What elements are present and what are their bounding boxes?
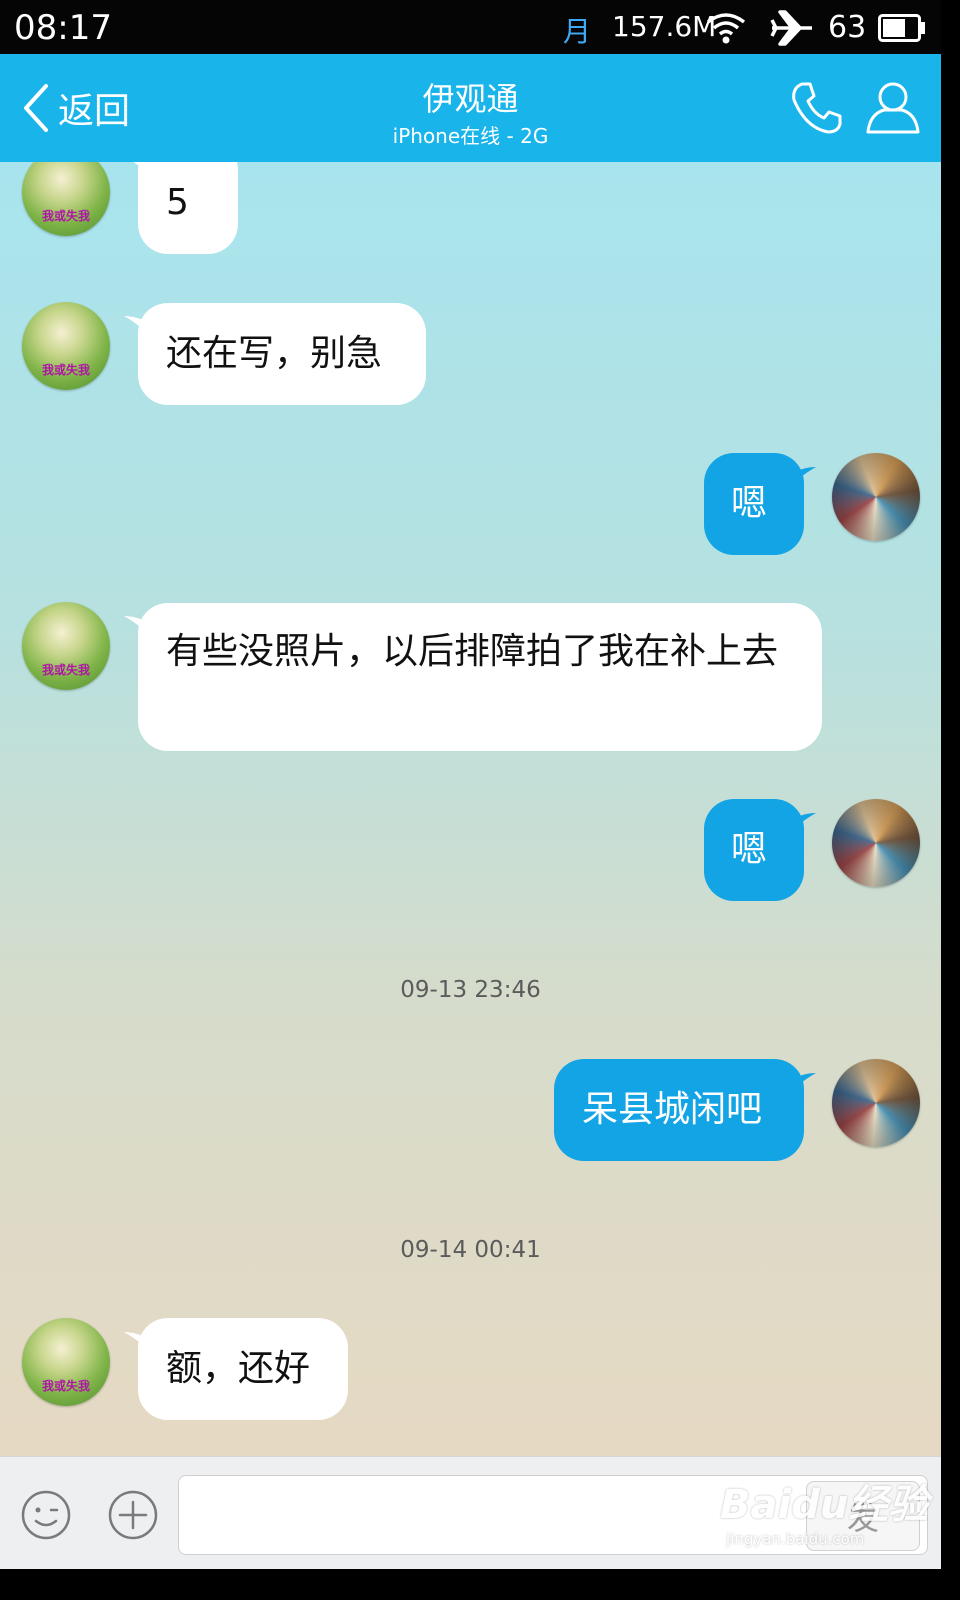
contact-avatar[interactable]: 我或失我 bbox=[22, 162, 110, 236]
chat-message-list[interactable]: 我或失我 5 我或失我 还在写，别急 嗯 我或失我 有些没照片，以后排障拍了我在… bbox=[0, 162, 941, 1456]
avatar-caption: 我或失我 bbox=[41, 209, 90, 223]
message-text: 嗯 bbox=[731, 829, 768, 870]
message-timestamp: 09-14 00:41 bbox=[400, 1237, 541, 1263]
emoji-icon[interactable] bbox=[20, 1489, 72, 1541]
outgoing-message-bubble[interactable]: 呆县城闲吧 bbox=[554, 1059, 804, 1161]
wifi-icon bbox=[706, 13, 746, 44]
message-text: 5 bbox=[166, 182, 189, 223]
incoming-message-bubble[interactable]: 5 bbox=[138, 162, 238, 254]
data-speed: 157.6M bbox=[612, 10, 717, 43]
message-input-bar: 发 bbox=[0, 1456, 941, 1569]
message-text: 嗯 bbox=[731, 483, 768, 524]
incoming-message-bubble[interactable]: 额，还好 bbox=[138, 1318, 348, 1420]
chat-header: 返回 伊观通 iPhone在线 - 2G bbox=[0, 54, 941, 162]
battery-percentage: 63 bbox=[828, 10, 867, 45]
airplane-mode-icon bbox=[770, 10, 812, 46]
message-text: 呆县城闲吧 bbox=[582, 1089, 763, 1130]
outgoing-message-bubble[interactable]: 嗯 bbox=[704, 799, 804, 901]
add-attachment-icon[interactable] bbox=[107, 1489, 159, 1541]
battery-icon bbox=[878, 14, 925, 42]
message-timestamp: 09-13 23:46 bbox=[400, 977, 541, 1003]
my-avatar[interactable] bbox=[832, 799, 920, 887]
send-button[interactable]: 发 bbox=[806, 1481, 920, 1551]
contact-avatar[interactable]: 我或失我 bbox=[22, 602, 110, 690]
avatar-caption: 我或失我 bbox=[41, 663, 90, 677]
status-time: 08:17 bbox=[14, 8, 112, 48]
incoming-message-bubble[interactable]: 有些没照片，以后排障拍了我在补上去 bbox=[138, 603, 822, 751]
contact-avatar[interactable]: 我或失我 bbox=[22, 1318, 110, 1406]
message-text: 有些没照片，以后排障拍了我在补上去 bbox=[166, 631, 779, 672]
outgoing-message-bubble[interactable]: 嗯 bbox=[704, 453, 804, 555]
incoming-message-bubble[interactable]: 还在写，别急 bbox=[138, 303, 426, 405]
my-avatar[interactable] bbox=[832, 1059, 920, 1147]
status-bar: 08:17 月 157.6M 63 bbox=[0, 0, 941, 54]
message-text: 还在写，别急 bbox=[166, 333, 383, 374]
contact-avatar[interactable]: 我或失我 bbox=[22, 302, 110, 390]
avatar-caption: 我或失我 bbox=[41, 363, 90, 377]
phone-call-icon[interactable] bbox=[788, 80, 844, 136]
avatar-caption: 我或失我 bbox=[41, 1379, 90, 1393]
contact-profile-icon[interactable] bbox=[864, 78, 922, 136]
moon-icon: 月 bbox=[563, 15, 592, 48]
message-text: 额，还好 bbox=[166, 1348, 311, 1389]
my-avatar[interactable] bbox=[832, 453, 920, 541]
